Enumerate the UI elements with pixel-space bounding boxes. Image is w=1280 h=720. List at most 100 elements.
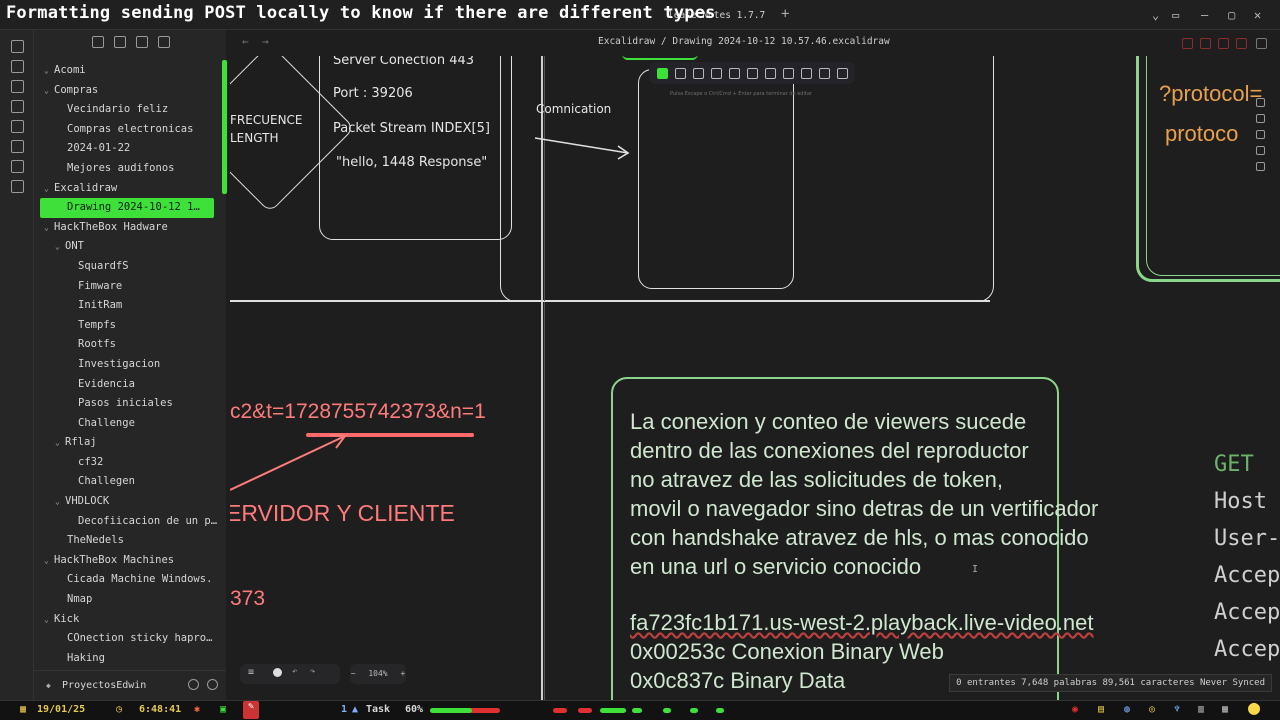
discord-icon[interactable]: ◍	[1124, 704, 1130, 715]
file-item[interactable]: Challegen	[34, 472, 226, 492]
tree-item-label: cf32	[78, 455, 104, 468]
ellipse-tool-icon[interactable]	[711, 67, 722, 79]
record-icon[interactable]: ◉	[1072, 704, 1078, 715]
excalidraw-canvas[interactable]: FRECUENCE LENGTH Server Conection 443 Po…	[230, 56, 1280, 700]
folder-item[interactable]: ⌄ ONT	[34, 237, 226, 257]
text-tool-icon[interactable]	[783, 67, 794, 79]
graph-view-icon[interactable]	[11, 80, 24, 93]
folder-item[interactable]: ⌄ Rflaj	[34, 433, 226, 453]
task-label[interactable]: Task	[366, 704, 390, 715]
file-item[interactable]: Tempfs	[34, 316, 226, 336]
menu-icon[interactable]: ≡	[248, 667, 254, 678]
select-tool-icon[interactable]	[657, 67, 668, 79]
file-item[interactable]: Evidencia	[34, 375, 226, 395]
rectangle-tool-icon[interactable]	[675, 67, 686, 79]
arrow-tool-icon[interactable]	[729, 67, 740, 79]
theme-palette-icon[interactable]	[273, 668, 282, 677]
folder-item[interactable]: ⌄ Kick	[34, 610, 226, 630]
settings-gear-icon[interactable]	[207, 679, 218, 690]
tray-icon[interactable]: ▥	[1198, 704, 1204, 715]
breadcrumb[interactable]: Excalidraw / Drawing 2024-10-12 10.57.46…	[598, 36, 890, 47]
file-item[interactable]: Compras electronicas	[34, 120, 226, 140]
chat-icon[interactable]: ▤	[1098, 704, 1104, 715]
pin-icon[interactable]	[1236, 38, 1247, 49]
file-item[interactable]: Nmap	[34, 590, 226, 610]
maximize-button[interactable]: ▢	[1228, 8, 1235, 22]
zoom-in-button[interactable]: +	[400, 669, 405, 678]
folder-item[interactable]: ⌄ Excalidraw	[34, 179, 226, 199]
image-tool-icon[interactable]	[801, 67, 812, 79]
lock-icon[interactable]	[1256, 146, 1265, 155]
sort-icon[interactable]	[136, 36, 148, 48]
app-icon[interactable]: ▣	[220, 704, 226, 715]
diamond-tool-icon[interactable]	[693, 67, 704, 79]
hand-icon[interactable]	[1256, 162, 1265, 171]
file-item[interactable]: cf32	[34, 453, 226, 473]
file-item[interactable]: Rootfs	[34, 335, 226, 355]
collapse-all-icon[interactable]	[158, 36, 170, 48]
zoom-out-button[interactable]: −	[351, 669, 356, 678]
file-item[interactable]: Cicada Machine Windows.	[34, 570, 226, 590]
new-note-icon[interactable]	[92, 36, 104, 48]
new-folder-icon[interactable]	[114, 36, 126, 48]
folder-item[interactable]: ⌄ Acomi	[34, 61, 226, 81]
file-icon[interactable]	[11, 60, 24, 73]
file-item[interactable]: 2024-01-22	[34, 139, 226, 159]
vault-switcher[interactable]: ◆ ProyectosEdwin	[34, 670, 226, 700]
file-item[interactable]: Challenge	[34, 414, 226, 434]
pen-app-icon[interactable]: ✎	[243, 701, 259, 719]
folder-item[interactable]: ⌄ HackTheBox Hadware	[34, 218, 226, 238]
file-item[interactable]: Vecindario feliz	[34, 100, 226, 120]
folder-item[interactable]: ⌄ Compras	[34, 81, 226, 101]
redo-icon[interactable]: ↷	[310, 667, 315, 677]
canvas-icon[interactable]	[11, 100, 24, 113]
help-icon[interactable]	[188, 679, 199, 690]
file-item[interactable]: InitRam	[34, 296, 226, 316]
settings-icon[interactable]: ✱	[194, 704, 200, 715]
new-tab-button[interactable]: +	[781, 6, 789, 22]
calendar-icon[interactable]	[11, 120, 24, 133]
more-options-icon[interactable]	[1256, 38, 1267, 49]
outline-icon[interactable]	[1256, 98, 1265, 107]
file-item[interactable]: Investigacion	[34, 355, 226, 375]
zoom-level[interactable]: 104%	[368, 669, 387, 678]
excalidraw-icon[interactable]	[11, 180, 24, 193]
link-icon[interactable]	[1182, 38, 1193, 49]
forward-arrow-icon[interactable]: →	[262, 35, 269, 48]
file-item[interactable]: COnection sticky haproxy	[34, 629, 226, 649]
sidebar-toggle-icon[interactable]: ▭	[1172, 8, 1179, 22]
undo-icon[interactable]: ↶	[292, 667, 297, 677]
tab-list-chevron-icon[interactable]: ⌄	[1152, 8, 1159, 22]
file-item[interactable]: Fimware	[34, 277, 226, 297]
minimize-button[interactable]: —	[1201, 8, 1208, 22]
file-item[interactable]: Pasos iniciales	[34, 394, 226, 414]
more-tools-icon[interactable]	[837, 67, 848, 79]
close-button[interactable]: ✕	[1254, 8, 1261, 22]
backlinks-icon[interactable]	[1256, 114, 1265, 123]
bookmark-icon[interactable]	[1218, 38, 1229, 49]
terminal-icon[interactable]	[11, 160, 24, 173]
tags-icon[interactable]	[1256, 130, 1265, 139]
file-item[interactable]: SquardfS	[34, 257, 226, 277]
draw-tool-icon[interactable]	[765, 67, 776, 79]
file-item[interactable]: Haking	[34, 649, 226, 669]
back-arrow-icon[interactable]: ←	[242, 35, 249, 48]
file-item[interactable]: Decofiicacion de un paquete	[34, 512, 226, 532]
file-item[interactable]: TheNedels	[34, 531, 226, 551]
sidebar-scrollbar[interactable]	[222, 60, 227, 194]
eraser-tool-icon[interactable]	[819, 67, 830, 79]
network-icon[interactable]: ▦	[1222, 704, 1228, 715]
mic-icon[interactable]: ♆	[1174, 704, 1180, 715]
workspace-number[interactable]: 1	[341, 704, 347, 715]
file-item[interactable]: Drawing 2024-10-12 10.57.46	[40, 198, 214, 218]
templates-icon[interactable]	[11, 140, 24, 153]
folder-item[interactable]: ⌄ HackTheBox Machines	[34, 551, 226, 571]
folder-item[interactable]: ⌄ VHDLOCK	[34, 492, 226, 512]
note-line: movil o navegador sino detras de un vert…	[630, 496, 1099, 521]
open-quick-switcher-icon[interactable]	[11, 40, 24, 53]
file-item[interactable]: Mejores audifonos	[34, 159, 226, 179]
library-icon[interactable]	[1200, 38, 1211, 49]
line-tool-icon[interactable]	[747, 67, 758, 79]
coin-icon[interactable]: ◎	[1149, 704, 1155, 715]
note-text[interactable]: La conexion y conteo de viewers sucede de…	[630, 407, 1098, 581]
